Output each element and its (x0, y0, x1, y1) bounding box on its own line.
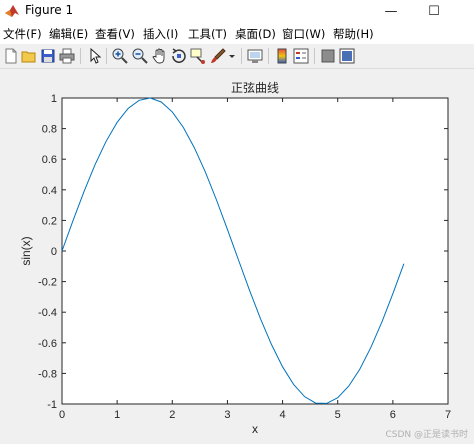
x-tick-label: 2 (169, 409, 175, 421)
y-tick-label: 0 (51, 246, 57, 258)
matlab-app-icon (5, 5, 19, 17)
menu-edit[interactable]: 编辑(E) (49, 26, 88, 42)
title-bar: Figure 1 — ☐ (0, 0, 474, 22)
brush-dropdown-icon[interactable] (227, 47, 237, 65)
maximize-button[interactable]: ☐ (419, 0, 449, 22)
pointer-icon[interactable] (86, 47, 104, 65)
menu-insert[interactable]: 插入(I) (143, 26, 178, 42)
y-tick-label: -0.4 (38, 307, 57, 319)
colorbar-icon[interactable] (273, 47, 291, 65)
data-cursor-icon[interactable] (189, 47, 207, 65)
y-axis-label: sin(x) (19, 236, 33, 265)
show-plot-tools-icon[interactable] (338, 47, 356, 65)
menu-tools[interactable]: 工具(T) (188, 26, 227, 42)
brush-icon[interactable] (209, 47, 227, 65)
menu-bar: 文件(F) 编辑(E) 查看(V) 插入(I) 工具(T) 桌面(D) 窗口(W… (0, 22, 474, 44)
y-tick-label: -1 (47, 399, 57, 411)
x-axis-label: x (252, 422, 258, 436)
axes-background (61, 97, 449, 405)
window-title: Figure 1 (25, 3, 74, 17)
toolbar-separator (314, 48, 315, 64)
menu-desktop[interactable]: 桌面(D) (235, 26, 276, 42)
x-tick-label: 4 (280, 409, 286, 421)
zoom-out-icon[interactable] (131, 47, 149, 65)
minimize-icon: — (384, 3, 398, 19)
sine-plot[interactable]: 0 1 2 3 4 5 6 7 -1 -0.8 -0.6 -0.4 -0.2 0 0.2 0.4 0.6 0.8… (0, 69, 474, 444)
x-tick-labels: 0 1 2 3 4 5 6 7 (59, 409, 451, 421)
toolbar-separator (268, 48, 269, 64)
y-tick-label: 0.2 (42, 215, 57, 227)
x-tick-label: 5 (335, 409, 341, 421)
maximize-icon: ☐ (428, 3, 440, 19)
toolbar-separator (241, 48, 242, 64)
y-tick-label: -0.2 (38, 277, 57, 289)
y-tick-label: -0.8 (38, 368, 57, 380)
print-icon[interactable] (58, 47, 76, 65)
rotate-3d-icon[interactable] (170, 47, 188, 65)
toolbar-separator (80, 48, 81, 64)
figure-toolbar (0, 44, 474, 69)
y-tick-label: 0.4 (42, 185, 57, 197)
menu-help[interactable]: 帮助(H) (333, 26, 374, 42)
menu-window[interactable]: 窗口(W) (282, 26, 325, 42)
chart-title: 正弦曲线 (231, 80, 279, 95)
y-tick-label: 0.6 (42, 154, 57, 166)
link-plot-icon[interactable] (246, 47, 264, 65)
new-file-icon[interactable] (2, 47, 20, 65)
csdn-watermark: CSDN @正是读书时 (385, 430, 468, 440)
toolbar-separator (106, 48, 107, 64)
hide-plot-tools-icon[interactable] (319, 47, 337, 65)
y-tick-label: 0.8 (42, 124, 57, 136)
minimize-button[interactable]: — (376, 0, 406, 22)
save-icon[interactable] (39, 47, 57, 65)
menu-file[interactable]: 文件(F) (3, 26, 42, 42)
figure-canvas: 0 1 2 3 4 5 6 7 -1 -0.8 -0.6 -0.4 -0.2 0 0.2 0.4 0.6 0.8… (0, 69, 474, 444)
x-tick-label: 1 (114, 409, 120, 421)
y-tick-label: 1 (51, 93, 57, 105)
menu-view[interactable]: 查看(V) (95, 26, 135, 42)
x-tick-label: 0 (59, 409, 65, 421)
open-file-icon[interactable] (20, 47, 38, 65)
pan-icon[interactable] (151, 47, 169, 65)
zoom-in-icon[interactable] (111, 47, 129, 65)
x-tick-label: 7 (445, 409, 451, 421)
y-tick-labels: -1 -0.8 -0.6 -0.4 -0.2 0 0.2 0.4 0.6 0.8 1 (38, 93, 57, 411)
x-tick-label: 6 (390, 409, 396, 421)
legend-icon[interactable] (292, 47, 310, 65)
x-tick-label: 3 (224, 409, 230, 421)
y-tick-label: -0.6 (38, 338, 57, 350)
